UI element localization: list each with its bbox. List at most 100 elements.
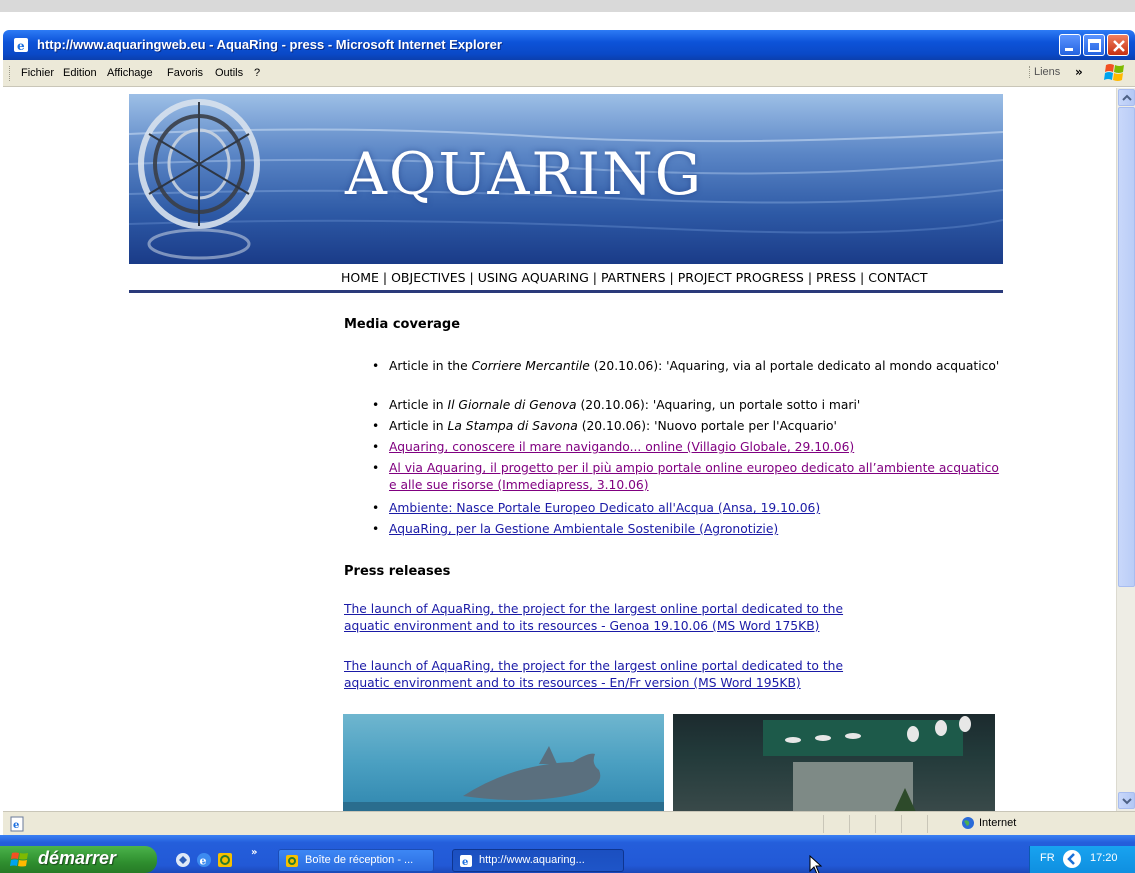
- ie-icon: e: [460, 855, 472, 868]
- aquarium-graphic: [763, 716, 971, 811]
- chevron-down-icon: [1122, 798, 1132, 805]
- nav-divider: [129, 290, 1003, 293]
- list-item: • AquaRing, per la Gestione Ambientale S…: [372, 521, 1009, 538]
- status-cell: [823, 815, 849, 833]
- nav-using-aquaring[interactable]: USING AQUARING: [478, 270, 589, 285]
- nav-separator: |: [592, 270, 601, 285]
- scrollbar-thumb[interactable]: [1118, 107, 1135, 587]
- link-line: The launch of AquaRing, the project for …: [344, 659, 844, 673]
- close-icon: [1113, 40, 1125, 52]
- bullet: •: [372, 398, 380, 412]
- chevron-right-icon[interactable]: »: [1075, 65, 1083, 79]
- top-strip: [0, 0, 1135, 12]
- menu-help[interactable]: ?: [254, 67, 260, 79]
- svg-text:e: e: [200, 855, 207, 868]
- media-link-immediapress[interactable]: Al via Aquaring, il progetto per il più …: [389, 461, 999, 492]
- media-link-ansa[interactable]: Ambiente: Nasce Portale Europeo Dedicato…: [389, 501, 820, 515]
- nav-contact[interactable]: CONTACT: [868, 270, 927, 285]
- quicklaunch-ie-icon[interactable]: e: [196, 852, 212, 868]
- page-icon: e: [10, 816, 24, 832]
- text: (20.10.06): 'Aquaring, via al portale de…: [589, 359, 1000, 373]
- site-nav: HOME | OBJECTIVES | USING AQUARING | PAR…: [341, 270, 928, 285]
- task-inbox[interactable]: Boîte de réception - ...: [278, 849, 434, 872]
- start-button[interactable]: démarrer: [0, 846, 157, 873]
- nav-partners[interactable]: PARTNERS: [601, 270, 666, 285]
- chevron-left-icon: [1067, 853, 1075, 865]
- scroll-up-button[interactable]: [1118, 89, 1135, 106]
- close-button[interactable]: [1107, 34, 1129, 56]
- bullet: •: [372, 359, 380, 373]
- svg-text:e: e: [462, 857, 468, 868]
- language-indicator[interactable]: FR: [1040, 852, 1055, 864]
- status-cell: [927, 815, 953, 833]
- taskbar: démarrer e » Boîte de réception - ... e …: [0, 835, 1135, 873]
- ie-icon: e: [14, 38, 28, 53]
- nav-press[interactable]: PRESS: [816, 270, 856, 285]
- press-release-genoa-link[interactable]: The launch of AquaRing, the project for …: [344, 601, 984, 635]
- menu-affichage[interactable]: Affichage: [107, 67, 153, 79]
- links-toolbar[interactable]: Liens: [1029, 66, 1075, 78]
- nav-separator: |: [469, 270, 478, 285]
- banner-title: AQUARING: [345, 140, 704, 208]
- windows-logo-icon: [1104, 64, 1124, 81]
- nav-objectives[interactable]: OBJECTIVES: [391, 270, 465, 285]
- publication-name: La Stampa di Savona: [447, 419, 578, 433]
- list-item: • Article in Il Giornale di Genova (20.1…: [372, 397, 1009, 414]
- banner: AQUARING: [129, 94, 1003, 264]
- security-zone-label: Internet: [979, 817, 1017, 829]
- quicklaunch-show-desktop-icon[interactable]: [175, 852, 191, 868]
- press-release-enfr-link[interactable]: The launch of AquaRing, the project for …: [344, 658, 984, 692]
- quicklaunch-app-icon[interactable]: [217, 852, 233, 868]
- aquarium-photo: [673, 714, 995, 811]
- tray-expand-button[interactable]: [1063, 850, 1081, 868]
- maximize-button[interactable]: [1083, 34, 1105, 56]
- bullet: •: [372, 522, 380, 536]
- bullet: •: [372, 419, 380, 433]
- status-cells: [823, 815, 953, 833]
- menu-edition[interactable]: Edition: [63, 67, 97, 79]
- media-coverage-heading: Media coverage: [344, 317, 461, 332]
- mouse-cursor-icon: [809, 855, 823, 873]
- publication-name: Il Giornale di Genova: [447, 398, 577, 412]
- menu-favoris[interactable]: Favoris: [167, 67, 203, 79]
- status-cell: [901, 815, 927, 833]
- dolphin-graphic: [343, 746, 664, 811]
- task-ie[interactable]: e http://www.aquaring...: [452, 849, 624, 872]
- publication-name: Corriere Mercantile: [471, 359, 590, 373]
- list-item: • Article in La Stampa di Savona (20.10.…: [372, 418, 1009, 435]
- text: Article in: [389, 398, 448, 412]
- menu-fichier[interactable]: Fichier: [21, 67, 54, 79]
- link-line: aquatic environment and to its resources…: [344, 676, 801, 690]
- chevron-right-icon[interactable]: »: [251, 847, 257, 858]
- media-link-villagio[interactable]: Aquaring, conoscere il mare navigando...…: [389, 440, 854, 454]
- chevron-up-icon: [1122, 94, 1132, 101]
- window-titlebar[interactable]: e http://www.aquaringweb.eu - AquaRing -…: [3, 30, 1135, 60]
- bullet: •: [372, 440, 380, 454]
- text: Article in the: [389, 359, 472, 373]
- menu-outils[interactable]: Outils: [215, 67, 243, 79]
- dolphin-photo: [343, 714, 664, 811]
- media-link-agronotizie[interactable]: AquaRing, per la Gestione Ambientale Sos…: [389, 522, 778, 536]
- text: Article in: [389, 419, 448, 433]
- menu-grip[interactable]: [9, 66, 11, 81]
- list-item: • Aquaring, conoscere il mare navigando.…: [372, 439, 1009, 456]
- status-cell: [875, 815, 901, 833]
- nav-separator: |: [807, 270, 817, 285]
- menu-bar: Fichier Edition Affichage Favoris Outils…: [3, 60, 1135, 87]
- clock[interactable]: 17:20: [1090, 852, 1118, 864]
- page-content: AQUARING HOME | OBJECTIVES | USING AQUAR…: [3, 88, 1116, 811]
- nav-separator: |: [860, 270, 869, 285]
- scroll-down-button[interactable]: [1118, 792, 1135, 809]
- list-item: • Ambiente: Nasce Portale Europeo Dedica…: [372, 500, 1009, 517]
- text: (20.10.06): 'Nuovo portale per l'Acquari…: [577, 419, 837, 433]
- minimize-button[interactable]: [1059, 34, 1081, 56]
- start-label: démarrer: [38, 848, 117, 868]
- nav-home[interactable]: HOME: [341, 270, 379, 285]
- svg-text:e: e: [13, 820, 19, 831]
- vertical-scrollbar[interactable]: [1116, 88, 1135, 811]
- list-item: • Article in the Corriere Mercantile (20…: [372, 358, 1009, 375]
- maximize-icon: [1088, 39, 1101, 52]
- bullet: •: [372, 501, 380, 515]
- nav-project-progress[interactable]: PROJECT PROGRESS: [678, 270, 804, 285]
- press-releases-heading: Press releases: [344, 564, 451, 579]
